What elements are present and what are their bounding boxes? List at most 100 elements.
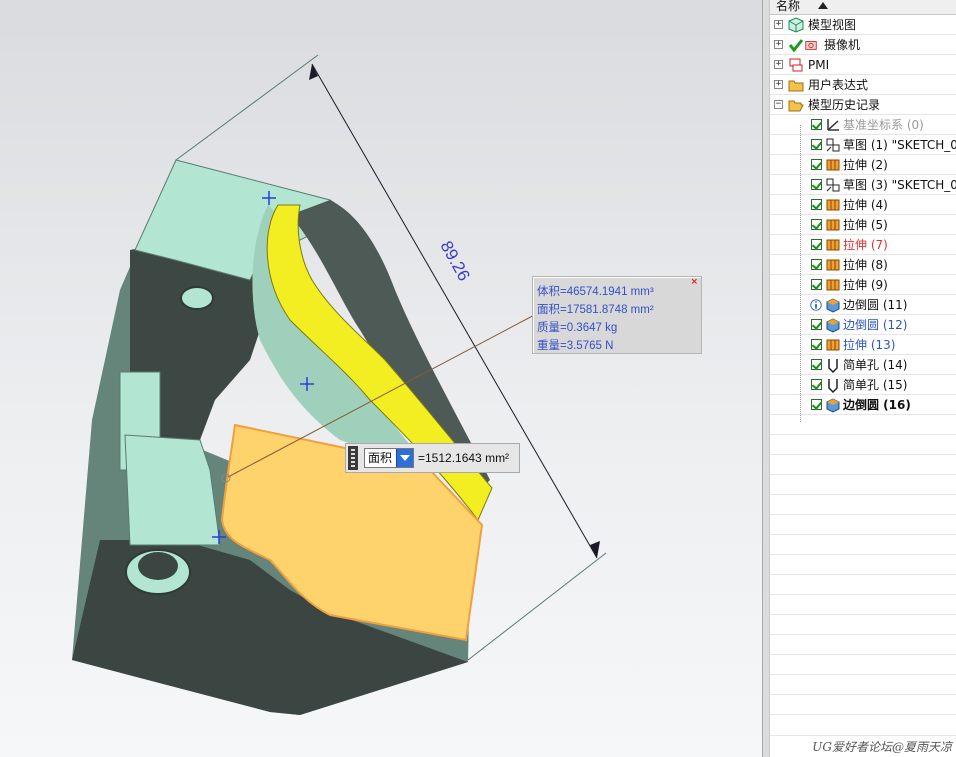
tree-empty-row — [770, 635, 956, 655]
feature-tree[interactable]: + 模型视图 + 摄像机 + PMI + 用户表达式 − 模型历史记录 基准坐标… — [770, 15, 956, 715]
sketch-icon — [826, 138, 840, 152]
drag-handle-icon[interactable] — [348, 446, 358, 470]
pane-splitter[interactable] — [762, 0, 770, 757]
tree-node-label: 用户表达式 — [808, 78, 869, 92]
tree-node-label: 简单孔 (15) — [843, 378, 908, 392]
tree-node-label: 草图 (3) "SKETCH_0.. — [843, 178, 956, 192]
tree-node-label: 边倒圆 (11) — [843, 298, 908, 312]
sort-ascending-icon[interactable] — [818, 2, 828, 9]
tree-node-extrude-13[interactable]: 拉伸 (13) — [770, 335, 956, 355]
checkbox[interactable] — [811, 279, 822, 290]
info-icon — [810, 299, 822, 311]
tree-node-label: 拉伸 (5) — [843, 218, 888, 232]
collapse-icon[interactable]: − — [774, 100, 783, 109]
measure-type-select[interactable]: 面积 — [364, 448, 414, 468]
tree-node-user-expressions[interactable]: + 用户表达式 — [770, 75, 956, 95]
info-mass: 质量=0.3647 kg — [537, 322, 618, 334]
tree-node-edge-blend-11[interactable]: 边倒圆 (11) — [770, 295, 956, 315]
checkbox[interactable] — [811, 239, 822, 250]
expand-icon[interactable]: + — [774, 80, 783, 89]
checkbox[interactable] — [811, 199, 822, 210]
tree-node-pmi[interactable]: + PMI — [770, 55, 956, 75]
tree-empty-row — [770, 515, 956, 535]
tree-node-hole-14[interactable]: 简单孔 (14) — [770, 355, 956, 375]
chevron-down-icon[interactable] — [396, 449, 413, 467]
close-icon[interactable]: × — [690, 277, 698, 287]
tree-node-label: 模型历史记录 — [808, 98, 881, 112]
extrude-icon — [826, 159, 840, 171]
tree-empty-row — [770, 675, 956, 695]
extrude-icon — [826, 279, 840, 291]
tree-node-extrude-7[interactable]: 拉伸 (7) — [770, 235, 956, 255]
tree-node-extrude-8[interactable]: 拉伸 (8) — [770, 255, 956, 275]
checkbox[interactable] — [811, 339, 822, 350]
extension-line-bottom — [467, 552, 607, 661]
edge-blend-icon — [826, 298, 840, 313]
tree-empty-row — [770, 495, 956, 515]
model-views-icon — [788, 17, 804, 33]
tree-node-extrude-5[interactable]: 拉伸 (5) — [770, 215, 956, 235]
checkbox[interactable] — [811, 259, 822, 270]
measure-info-panel[interactable]: × 体积=46574.1941 mm³ 面积=17581.8748 mm² 质量… — [532, 276, 702, 354]
datum-csys-icon — [827, 119, 839, 131]
tree-node-label: 摄像机 — [824, 38, 861, 52]
expand-icon[interactable]: + — [774, 20, 783, 29]
extrude-icon — [826, 339, 840, 351]
tree-node-model-views[interactable]: + 模型视图 — [770, 15, 956, 35]
tree-node-extrude-4[interactable]: 拉伸 (4) — [770, 195, 956, 215]
folder-icon — [788, 80, 804, 92]
camera-icon — [805, 41, 817, 50]
part-navigator[interactable]: 名称 + 模型视图 + 摄像机 + PMI + 用户表达式 − 模型历史记录 基… — [770, 0, 956, 757]
tree-empty-row — [770, 555, 956, 575]
tree-node-label: 拉伸 (4) — [843, 198, 888, 212]
tree-node-edge-blend-16[interactable]: 边倒圆 (16) — [770, 395, 956, 415]
tree-node-label: PMI — [808, 58, 830, 72]
tree-node-label: 拉伸 (9) — [843, 278, 888, 292]
sketch-icon — [826, 178, 840, 192]
checkbox[interactable] — [811, 139, 822, 150]
tree-node-label: 边倒圆 (16) — [843, 398, 911, 412]
tree-empty-row — [770, 575, 956, 595]
tree-node-label: 模型视图 — [808, 18, 857, 32]
tree-empty-row — [770, 415, 956, 435]
tree-node-cameras[interactable]: + 摄像机 — [770, 35, 956, 55]
tree-empty-row — [770, 595, 956, 615]
checkbox[interactable] — [811, 399, 822, 410]
extrude-icon — [826, 259, 840, 271]
hole-lower-inner — [138, 552, 178, 580]
hole-icon — [828, 359, 838, 373]
expand-icon[interactable]: + — [774, 40, 783, 49]
tree-empty-row — [770, 455, 956, 475]
tree-node-hole-15[interactable]: 简单孔 (15) — [770, 375, 956, 395]
info-area: 面积=17581.8748 mm² — [537, 304, 654, 316]
tree-node-sketch-1[interactable]: 草图 (1) "SKETCH_0.. — [770, 135, 956, 155]
expand-icon[interactable]: + — [774, 60, 783, 69]
pmi-icon — [789, 58, 803, 72]
extrude-icon — [826, 199, 840, 211]
checkbox[interactable] — [811, 319, 822, 330]
checkbox[interactable] — [811, 119, 822, 130]
checkbox[interactable] — [811, 359, 822, 370]
info-volume: 体积=46574.1941 mm³ — [537, 286, 654, 298]
tree-node-label: 拉伸 (13) — [843, 338, 896, 352]
checkbox[interactable] — [811, 379, 822, 390]
tree-node-label: 拉伸 (8) — [843, 258, 888, 272]
tree-node-extrude-2[interactable]: 拉伸 (2) — [770, 155, 956, 175]
column-header-name[interactable]: 名称 — [770, 0, 956, 15]
tree-empty-row — [770, 535, 956, 555]
tree-node-extrude-9[interactable]: 拉伸 (9) — [770, 275, 956, 295]
measure-result-bar[interactable]: 面积 =1512.1643 mm² — [345, 443, 520, 473]
part-model-view[interactable]: 89.26 — [0, 0, 762, 757]
tree-node-sketch-3[interactable]: 草图 (3) "SKETCH_0.. — [770, 175, 956, 195]
folder-open-icon — [788, 100, 804, 112]
checkbox[interactable] — [811, 219, 822, 230]
graphics-viewport[interactable]: 89.26 × 体积=46574.1941 mm³ 面积=17581.8748 … — [0, 0, 762, 757]
checkbox[interactable] — [811, 159, 822, 170]
checkbox[interactable] — [811, 179, 822, 190]
tree-node-edge-blend-12[interactable]: 边倒圆 (12) — [770, 315, 956, 335]
tree-node-datum-csys[interactable]: 基准坐标系 (0) — [770, 115, 956, 135]
tree-node-label: 简单孔 (14) — [843, 358, 908, 372]
tree-node-model-history[interactable]: − 模型历史记录 — [770, 95, 956, 115]
edge-blend-icon — [826, 318, 840, 333]
tree-empty-row — [770, 655, 956, 675]
